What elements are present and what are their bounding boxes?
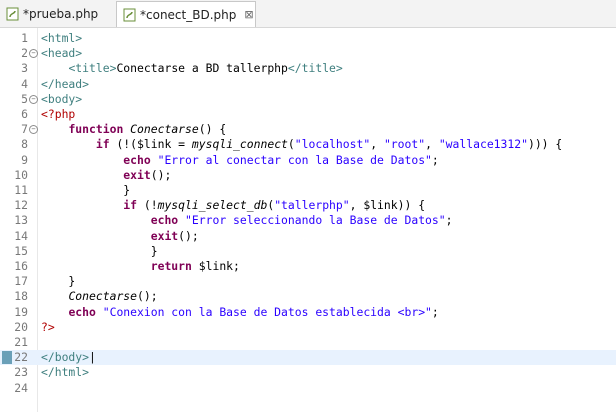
line-code: if (!($link = mysqli_connect("localhost"… <box>95 137 563 152</box>
line-number: 11 <box>14 183 28 197</box>
line-number: 13 <box>14 213 28 228</box>
code-line[interactable]: 23 </html> <box>0 365 616 380</box>
code-line[interactable]: 12 if (!mysqli_select_db("tallerphp", $l… <box>0 198 616 213</box>
line-code: } <box>41 183 131 197</box>
line-code: } <box>41 274 76 289</box>
line-code: <body> <box>41 91 83 106</box>
code-editor[interactable]: 1 <html> 2− <head> 3 <title>Conectarse a BD … <box>0 28 616 412</box>
line-code: echo "Conexion con la Base de Datos esta… <box>68 304 439 319</box>
tab-conect-bd-php[interactable]: *conect_BD.php ⊠ <box>116 1 256 27</box>
line-code: function Conectarse() { <box>68 122 227 137</box>
line-number: 4 <box>21 76 28 91</box>
line-number: 16 <box>14 259 28 273</box>
code-line[interactable]: 7− function Conectarse() { <box>0 122 616 137</box>
code-line[interactable]: 16 return $link; <box>0 259 616 274</box>
line-number: 9 <box>21 152 28 167</box>
code-line[interactable]: 9 echo "Error al conectar con la Base de… <box>0 153 616 168</box>
line-number: 22 <box>14 350 28 365</box>
line-number: 17 <box>14 274 28 289</box>
code-line[interactable]: 20 ?> <box>0 320 616 335</box>
code-line[interactable]: 17 } <box>0 274 616 289</box>
php-file-icon <box>6 7 19 21</box>
line-number: 6 <box>21 107 28 121</box>
line-number: 19 <box>14 304 28 319</box>
code-line[interactable]: 4 </head> <box>0 77 616 92</box>
code-line[interactable]: 5− <body> <box>0 92 616 107</box>
code-line[interactable]: 18 Conectarse(); <box>0 289 616 304</box>
code-line[interactable]: 6 <?php <box>0 107 616 122</box>
line-code: </body>| <box>41 350 96 365</box>
line-number: 7 <box>21 122 28 137</box>
fold-toggle-icon[interactable]: − <box>29 125 38 135</box>
code-line[interactable]: 11 } <box>0 183 616 198</box>
code-line[interactable]: 15 } <box>0 244 616 259</box>
line-code: <?php <box>41 107 76 121</box>
close-icon[interactable]: ⊠ <box>244 8 253 21</box>
line-code: <html> <box>41 31 83 45</box>
php-file-icon <box>123 8 136 22</box>
tab-label: *prueba.php <box>23 7 99 21</box>
line-code: Conectarse(); <box>68 289 158 304</box>
code-line[interactable]: 1 <html> <box>0 31 616 46</box>
code-line[interactable]: 21 <box>0 335 616 350</box>
code-line[interactable]: 3 <title>Conectarse a BD tallerphp</titl… <box>0 61 616 76</box>
code-line[interactable]: 19 echo "Conexion con la Base de Datos e… <box>0 305 616 320</box>
code-line[interactable]: 13 echo "Error seleccionando la Base de … <box>0 213 616 228</box>
line-code: ?> <box>41 319 55 334</box>
line-number: 5 <box>21 91 28 106</box>
fold-toggle-icon[interactable]: − <box>29 49 38 59</box>
code-line[interactable]: 24 <box>0 381 616 396</box>
editor-tab-bar: *prueba.php *conect_BD.php ⊠ <box>0 0 616 28</box>
line-code: </head> <box>41 76 90 91</box>
line-code: echo "Error seleccionando la Base de Dat… <box>150 213 453 228</box>
tab-label: *conect_BD.php <box>140 7 237 22</box>
line-code: <title>Conectarse a BD tallerphp</title> <box>68 61 343 76</box>
line-code: exit(); <box>123 167 172 182</box>
line-code: echo "Error al conectar con la Base de D… <box>123 152 439 167</box>
line-number: 24 <box>14 380 28 395</box>
code-line[interactable]: 8 if (!($link = mysqli_connect("localhos… <box>0 137 616 152</box>
line-number: 23 <box>14 365 28 380</box>
line-number: 10 <box>14 167 28 182</box>
line-code: if (!mysqli_select_db("tallerphp", $link… <box>123 198 426 213</box>
line-code: return $link; <box>150 259 240 273</box>
tab-prueba-php[interactable]: *prueba.php <box>0 2 112 26</box>
line-number: 20 <box>14 319 28 334</box>
line-number: 3 <box>21 61 28 76</box>
line-code: <head> <box>41 46 83 61</box>
line-number: 15 <box>14 243 28 258</box>
line-number: 1 <box>21 31 28 45</box>
fold-toggle-icon[interactable]: − <box>29 94 38 104</box>
line-number: 18 <box>14 289 28 304</box>
line-code: </html> <box>41 365 90 380</box>
code-line[interactable]: 22 </body>| <box>0 350 616 366</box>
code-line[interactable]: 14 exit(); <box>0 229 616 244</box>
line-number: 8 <box>21 137 28 152</box>
line-number: 12 <box>14 198 28 213</box>
code-line[interactable]: 2− <head> <box>0 46 616 61</box>
line-number: 21 <box>14 335 28 349</box>
line-code: exit(); <box>150 228 199 243</box>
line-code: } <box>41 243 158 258</box>
line-number: 14 <box>14 228 28 243</box>
code-line[interactable]: 10 exit(); <box>0 168 616 183</box>
line-number: 2 <box>21 46 28 61</box>
